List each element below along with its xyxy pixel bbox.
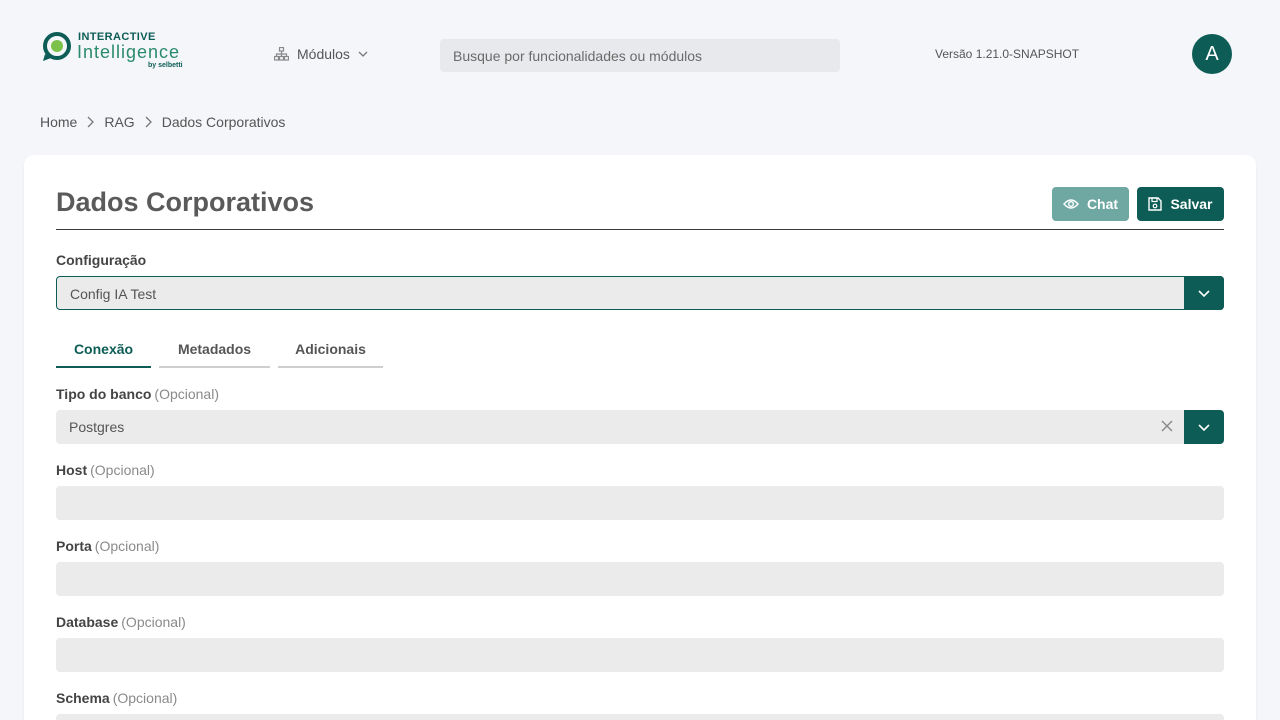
db-type-dropdown-button[interactable] <box>1184 410 1224 444</box>
page-title: Dados Corporativos <box>56 187 315 217</box>
optional-hint: (Opcional) <box>90 462 155 478</box>
close-icon[interactable] <box>1160 419 1174 433</box>
optional-hint: (Opcional) <box>112 690 178 706</box>
modules-label: Módulos <box>297 46 350 62</box>
tab-metadados[interactable]: Metadados <box>159 331 270 368</box>
sitemap-icon <box>274 47 289 61</box>
chevron-right-icon <box>145 116 152 128</box>
host-input[interactable] <box>56 486 1224 520</box>
version-label: Versão 1.21.0-SNAPSHOT <box>935 47 1080 61</box>
app-header: INTERACTIVE Intelligence by selbetti Mód… <box>0 0 1280 108</box>
optional-hint: (Opcional) <box>154 386 219 402</box>
breadcrumb-rag[interactable]: RAG <box>104 114 134 130</box>
breadcrumb-home[interactable]: Home <box>40 114 77 130</box>
config-select-value: Config IA Test <box>70 286 157 302</box>
optional-hint: (Opcional) <box>94 538 160 554</box>
port-label: Porta (Opcional) <box>56 538 159 554</box>
chevron-down-icon <box>1198 289 1210 297</box>
tab-bar: Conexão Metadados Adicionais <box>56 331 383 368</box>
logo[interactable]: INTERACTIVE Intelligence by selbetti <box>42 30 202 74</box>
modules-menu[interactable]: Módulos <box>274 44 368 64</box>
db-type-label-text: Tipo do banco <box>56 386 152 402</box>
chevron-right-icon <box>87 116 95 128</box>
port-input[interactable] <box>56 562 1224 596</box>
avatar-initial: A <box>1205 42 1219 65</box>
tab-adicionais[interactable]: Adicionais <box>278 331 383 368</box>
port-label-text: Porta <box>56 538 92 554</box>
logo-icon <box>43 32 71 61</box>
host-label: Host (Opcional) <box>56 462 155 478</box>
eye-icon <box>1063 199 1079 209</box>
db-type-label: Tipo do banco (Opcional) <box>56 386 219 402</box>
chevron-down-icon <box>358 51 368 57</box>
schema-label-text: Schema <box>56 690 110 706</box>
main-card: Dados Corporativos Chat Salvar Configura… <box>24 155 1256 720</box>
chat-button[interactable]: Chat <box>1052 187 1129 221</box>
host-label-text: Host <box>56 462 88 478</box>
save-button[interactable]: Salvar <box>1137 187 1224 221</box>
optional-hint: (Opcional) <box>121 614 186 630</box>
breadcrumb-current: Dados Corporativos <box>161 114 286 130</box>
schema-input[interactable] <box>56 714 1224 720</box>
config-label: Configuração <box>56 252 147 268</box>
db-type-select[interactable]: Postgres <box>56 410 1224 444</box>
title-divider <box>56 229 1224 230</box>
logo-text-sub: by selbetti <box>148 62 183 69</box>
config-dropdown-button[interactable] <box>1184 276 1224 310</box>
database-label-text: Database <box>56 614 119 630</box>
avatar[interactable]: A <box>1192 34 1232 74</box>
logo-text-main: Intelligence <box>77 42 181 62</box>
breadcrumb: Home RAG Dados Corporativos <box>40 114 285 130</box>
floppy-disk-icon <box>1148 197 1163 211</box>
db-type-select-value: Postgres <box>69 419 125 435</box>
database-input[interactable] <box>56 638 1224 672</box>
schema-label: Schema (Opcional) <box>56 690 177 706</box>
chevron-down-icon <box>1198 423 1210 431</box>
save-button-label: Salvar <box>1170 196 1213 212</box>
tab-conexao[interactable]: Conexão <box>56 331 151 368</box>
chat-button-label: Chat <box>1086 196 1119 212</box>
search-input[interactable] <box>440 39 840 72</box>
database-label: Database (Opcional) <box>56 614 186 630</box>
config-select[interactable]: Config IA Test <box>56 276 1224 310</box>
